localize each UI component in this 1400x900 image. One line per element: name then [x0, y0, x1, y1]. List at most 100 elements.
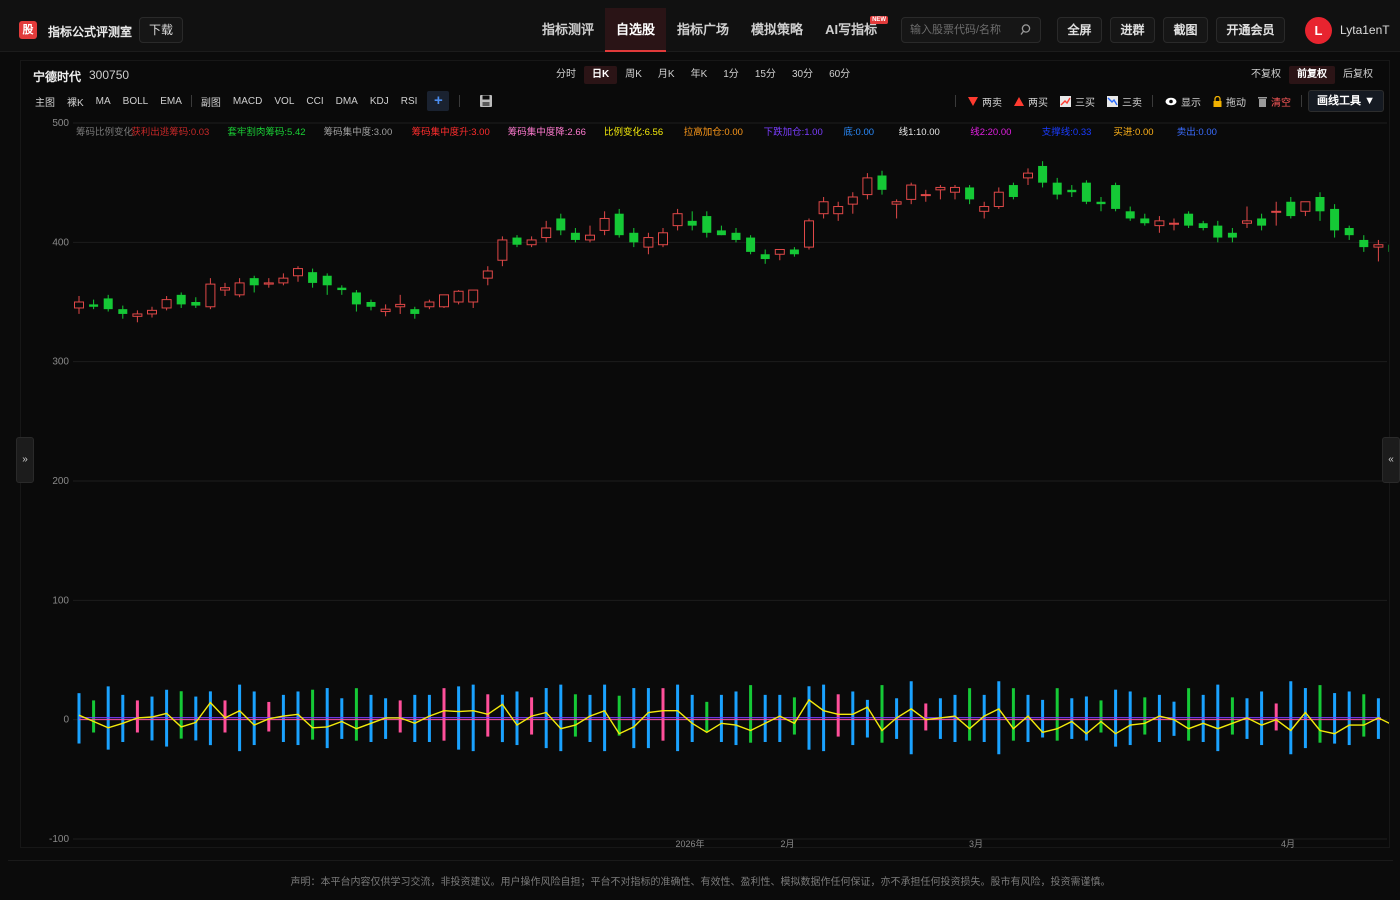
search-icon[interactable]	[1020, 23, 1032, 37]
kline-chart[interactable]: 500 400 300 200 100 0 -100 筹码比例变化获利出逃筹码:0.03 套牢割…	[21, 113, 1389, 848]
screenshot-button[interactable]: 截图	[1163, 17, 1208, 43]
download-button[interactable]: 下载	[139, 17, 183, 43]
x-tick-label: 4月	[1281, 839, 1295, 848]
add-indicator-button[interactable]: +	[427, 91, 450, 111]
y-tick-label: 200	[52, 476, 69, 487]
candle-body	[395, 303, 406, 308]
indicator-boll[interactable]: BOLL	[117, 96, 155, 107]
username[interactable]: Lyta1enT	[1340, 23, 1390, 37]
candle-body	[1154, 220, 1165, 227]
three-sell-tool[interactable]: 三卖	[1107, 94, 1142, 109]
nav-ai-indicator[interactable]: AI写指标 NEW	[814, 8, 889, 52]
nav-simulated-strategy[interactable]: 模拟策略	[740, 8, 814, 52]
candle-body	[439, 294, 449, 308]
indicator-ma[interactable]: MA	[90, 96, 117, 107]
candle-body	[220, 287, 230, 291]
candle-body	[716, 230, 726, 236]
fullscreen-button[interactable]: 全屏	[1057, 17, 1102, 43]
chart-panel: 宁德时代 300750 分时 日K 周K 月K 年K 1分 15分 30分 60…	[20, 60, 1390, 848]
indicator-legend-item: 卖出:0.00	[1177, 126, 1217, 138]
candle-body	[658, 232, 668, 246]
tool-label: 三买	[1075, 97, 1096, 109]
candle-body	[161, 299, 172, 309]
two-buy-tool[interactable]: 两买	[1014, 94, 1048, 109]
draw-tools-dropdown[interactable]: 画线工具 ▼	[1308, 90, 1384, 112]
candle-body	[1227, 232, 1237, 238]
candle-body	[614, 213, 624, 236]
candle-body	[453, 290, 464, 303]
period-30min[interactable]: 30分	[784, 66, 821, 84]
stock-search-input[interactable]	[910, 22, 1020, 38]
indicator-legend-item: 筹码比例变化	[76, 126, 134, 138]
period-intraday[interactable]: 分时	[548, 66, 584, 84]
adjust-forward[interactable]: 前复权	[1289, 66, 1335, 84]
candle-body	[993, 191, 1004, 208]
candle-body	[1286, 201, 1296, 217]
indicator-legend-item: 底:0.00	[843, 126, 874, 138]
drag-toggle[interactable]: 拖动	[1213, 94, 1246, 109]
candle-body	[760, 254, 770, 260]
candle-body	[965, 187, 975, 200]
indicator-naked-k[interactable]: 裸K	[61, 94, 90, 109]
indicator-rsi[interactable]: RSI	[395, 96, 424, 107]
clear-button[interactable]: 清空	[1258, 94, 1291, 109]
period-yearly[interactable]: 年K	[683, 66, 716, 84]
divider	[955, 95, 957, 107]
candle-body	[89, 304, 99, 307]
candle-body	[526, 239, 537, 246]
nav-indicator-square[interactable]: 指标广场	[666, 8, 740, 52]
save-icon[interactable]	[479, 94, 493, 108]
candle-body	[643, 237, 654, 248]
x-tick-label: 3月	[969, 839, 983, 848]
indicator-dma[interactable]: DMA	[330, 96, 364, 107]
nav-watchlist[interactable]: 自选股	[605, 8, 667, 52]
candle-body	[308, 272, 318, 283]
avatar[interactable]: L	[1305, 17, 1332, 44]
candle-body	[1373, 244, 1384, 248]
candle-body	[950, 186, 960, 193]
period-1min[interactable]: 1分	[715, 66, 747, 84]
candle-body	[847, 196, 858, 205]
indicator-legend-item: 筹码集中度升:3.00	[412, 126, 490, 138]
indicator-cci[interactable]: CCI	[300, 96, 329, 107]
candle-body	[278, 277, 289, 284]
brand-title[interactable]: 指标公式评测室	[48, 23, 132, 40]
period-60min[interactable]: 60分	[821, 66, 858, 84]
three-buy-tool[interactable]: 三买	[1060, 94, 1095, 109]
adjust-backward[interactable]: 后复权	[1335, 66, 1381, 84]
nav-indicator-review[interactable]: 指标测评	[531, 8, 605, 52]
period-15min[interactable]: 15分	[747, 66, 784, 84]
candle-body	[1081, 182, 1091, 202]
divider	[1152, 95, 1154, 107]
period-daily[interactable]: 日K	[584, 66, 618, 84]
candle-body	[132, 313, 143, 317]
left-panel-toggle[interactable]: »	[16, 437, 34, 483]
sub-chart-label: 副图	[200, 97, 221, 109]
indicator-kdj[interactable]: KDJ	[364, 96, 395, 107]
candle-body	[862, 177, 873, 196]
x-tick-label: 2026年	[675, 838, 704, 848]
nav-label: 自选股	[616, 22, 656, 37]
y-tick-label: 300	[52, 357, 69, 368]
right-panel-toggle[interactable]: «	[1382, 437, 1400, 483]
indicator-legend-item: 线1:10.00	[899, 126, 940, 138]
candle-body	[351, 292, 361, 305]
adjust-none[interactable]: 不复权	[1243, 66, 1289, 84]
x-tick-label: 2月	[780, 839, 794, 848]
join-group-button[interactable]: 进群	[1110, 17, 1155, 43]
show-toggle[interactable]: 显示	[1165, 94, 1201, 109]
candle-body	[497, 239, 508, 261]
main-chart-label: 主图	[35, 97, 55, 109]
app-logo-icon[interactable]: 股	[19, 21, 37, 39]
indicator-vol[interactable]: VOL	[268, 96, 300, 107]
indicator-ema[interactable]: EMA	[154, 96, 188, 107]
period-monthly[interactable]: 月K	[650, 66, 683, 84]
adjustment-selector: 不复权 前复权 后复权	[1243, 66, 1381, 84]
two-sell-tool[interactable]: 两卖	[968, 94, 1002, 109]
candle-body	[920, 194, 931, 197]
membership-button[interactable]: 开通会员	[1216, 17, 1285, 43]
indicator-macd[interactable]: MACD	[227, 96, 268, 107]
candle-body	[1169, 222, 1179, 225]
candle-body	[380, 308, 391, 313]
period-weekly[interactable]: 周K	[617, 66, 650, 84]
